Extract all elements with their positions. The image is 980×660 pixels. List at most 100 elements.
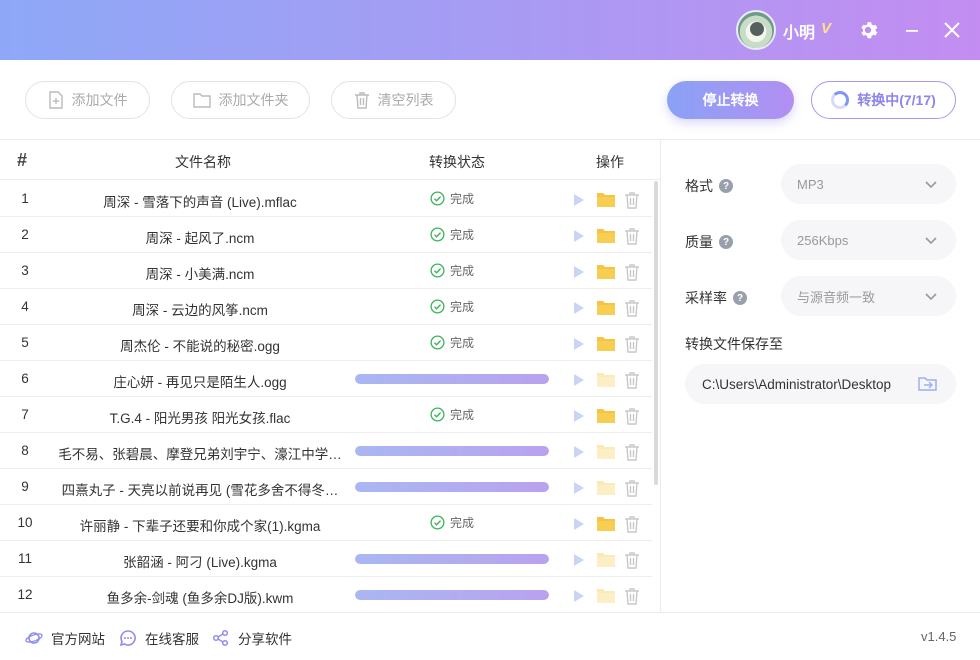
table-row[interactable]: 3 周深 - 小美满.ncm 完成	[0, 253, 652, 289]
save-path-value: C:\Users\Administrator\Desktop	[702, 376, 892, 392]
format-select[interactable]: MP3	[781, 164, 956, 204]
trash-icon[interactable]	[624, 335, 640, 353]
play-icon[interactable]	[570, 299, 588, 317]
sample-rate-value: 与源音频一致	[797, 289, 876, 305]
folder-icon[interactable]	[596, 444, 616, 460]
folder-icon[interactable]	[596, 372, 616, 388]
minimize-icon[interactable]	[899, 17, 925, 43]
file-name: 周深 - 起风了.ncm	[145, 231, 255, 246]
play-icon[interactable]	[570, 227, 588, 245]
table-row[interactable]: 1 周深 - 雪落下的声音 (Live).mflac 完成	[0, 181, 652, 217]
folder-icon[interactable]	[596, 336, 616, 352]
play-icon[interactable]	[570, 587, 588, 605]
file-name: 毛不易、张碧晨、摩登兄弟刘宇宁、濠江中学…	[58, 447, 342, 462]
check-circle-icon	[430, 515, 445, 530]
help-icon[interactable]: ?	[719, 179, 733, 193]
conversion-progress-button[interactable]: 转换中(7/17)	[811, 81, 956, 119]
clear-list-label: 清空列表	[377, 92, 434, 108]
folder-icon[interactable]	[596, 264, 616, 280]
share-software-link[interactable]: 分享软件	[212, 628, 292, 648]
stop-conversion-button[interactable]: 停止转换	[667, 81, 794, 119]
folder-icon[interactable]	[596, 552, 616, 568]
check-circle-icon	[430, 335, 445, 350]
play-icon[interactable]	[570, 191, 588, 209]
table-scrollbar[interactable]	[654, 181, 658, 485]
add-file-label: 添加文件	[71, 92, 128, 108]
table-row[interactable]: 2 周深 - 起风了.ncm 完成	[0, 217, 652, 253]
sample-rate-label: 采样率 ?	[685, 288, 747, 308]
close-icon[interactable]	[939, 17, 965, 43]
username[interactable]: 小明	[783, 19, 815, 43]
table-row[interactable]: 8 毛不易、张碧晨、摩登兄弟刘宇宁、濠江中学…	[0, 433, 652, 469]
row-index: 10	[17, 515, 33, 530]
status-done: 完成	[430, 514, 474, 531]
sample-rate-label-text: 采样率	[685, 290, 727, 306]
folder-icon[interactable]	[596, 408, 616, 424]
check-circle-icon	[430, 263, 445, 278]
online-support-link[interactable]: 在线客服	[119, 628, 199, 648]
status-column-header: 转换状态	[429, 154, 485, 170]
share-icon	[212, 629, 229, 647]
table-row[interactable]: 6 庄心妍 - 再见只是陌生人.ogg	[0, 361, 652, 397]
clear-list-button[interactable]: 清空列表	[331, 81, 456, 119]
trash-icon[interactable]	[624, 551, 640, 569]
title-bar: 小明 V	[0, 0, 980, 60]
gear-icon[interactable]	[855, 17, 881, 43]
table-row[interactable]: 10 许丽静 - 下辈子还要和你成个家(1).kgma 完成	[0, 505, 652, 541]
help-icon[interactable]: ?	[719, 235, 733, 249]
trash-icon[interactable]	[624, 191, 640, 209]
add-file-button[interactable]: 添加文件	[25, 81, 150, 119]
trash-icon[interactable]	[624, 299, 640, 317]
status-done: 完成	[430, 226, 474, 243]
avatar[interactable]	[736, 10, 776, 50]
online-support-label: 在线客服	[145, 632, 199, 647]
play-icon[interactable]	[570, 263, 588, 281]
trash-icon[interactable]	[624, 263, 640, 281]
table-row[interactable]: 7 T.G.4 - 阳光男孩 阳光女孩.flac 完成	[0, 397, 652, 433]
play-icon[interactable]	[570, 479, 588, 497]
row-index: 6	[21, 371, 29, 386]
sample-rate-select[interactable]: 与源音频一致	[781, 276, 956, 316]
save-path-field[interactable]: C:\Users\Administrator\Desktop	[685, 364, 956, 404]
quality-select[interactable]: 256Kbps	[781, 220, 956, 260]
trash-icon[interactable]	[624, 407, 640, 425]
trash-icon[interactable]	[624, 227, 640, 245]
chevron-down-icon	[925, 237, 937, 245]
row-index: 8	[21, 443, 29, 458]
table-row[interactable]: 5 周杰伦 - 不能说的秘密.ogg 完成	[0, 325, 652, 361]
folder-open-icon[interactable]	[918, 376, 938, 392]
trash-icon[interactable]	[624, 371, 640, 389]
table-row[interactable]: 11 张韶涵 - 阿刁 (Live).kgma	[0, 541, 652, 577]
folder-icon	[192, 93, 211, 108]
folder-icon[interactable]	[596, 228, 616, 244]
table-row[interactable]: 4 周深 - 云边的风筝.ncm 完成	[0, 289, 652, 325]
table-row[interactable]: 9 四熹丸子 - 天亮以前说再见 (雪花多舍不得冬…	[0, 469, 652, 505]
play-icon[interactable]	[570, 551, 588, 569]
play-icon[interactable]	[570, 335, 588, 353]
row-index: 2	[21, 227, 29, 242]
trash-icon[interactable]	[624, 479, 640, 497]
play-icon[interactable]	[570, 407, 588, 425]
folder-icon[interactable]	[596, 480, 616, 496]
play-icon[interactable]	[570, 515, 588, 533]
folder-icon[interactable]	[596, 588, 616, 604]
official-website-link[interactable]: 官方网站	[25, 628, 105, 648]
add-folder-label: 添加文件夹	[218, 92, 289, 108]
quality-label-text: 质量	[685, 234, 713, 250]
row-index: 5	[21, 335, 29, 350]
trash-icon[interactable]	[624, 443, 640, 461]
help-icon[interactable]: ?	[733, 291, 747, 305]
folder-icon[interactable]	[596, 192, 616, 208]
file-name: 许丽静 - 下辈子还要和你成个家(1).kgma	[79, 519, 321, 534]
trash-icon[interactable]	[624, 587, 640, 605]
format-value: MP3	[797, 176, 824, 192]
add-folder-button[interactable]: 添加文件夹	[171, 81, 310, 119]
table-row[interactable]: 12 鱼多余-剑魂 (鱼多余DJ版).kwm	[0, 577, 652, 613]
trash-icon[interactable]	[624, 515, 640, 533]
file-table: 1 周深 - 雪落下的声音 (Live).mflac 完成 2 周深 - 起风了…	[0, 181, 652, 613]
folder-icon[interactable]	[596, 300, 616, 316]
format-label: 格式 ?	[685, 176, 733, 196]
play-icon[interactable]	[570, 371, 588, 389]
play-icon[interactable]	[570, 443, 588, 461]
folder-icon[interactable]	[596, 516, 616, 532]
